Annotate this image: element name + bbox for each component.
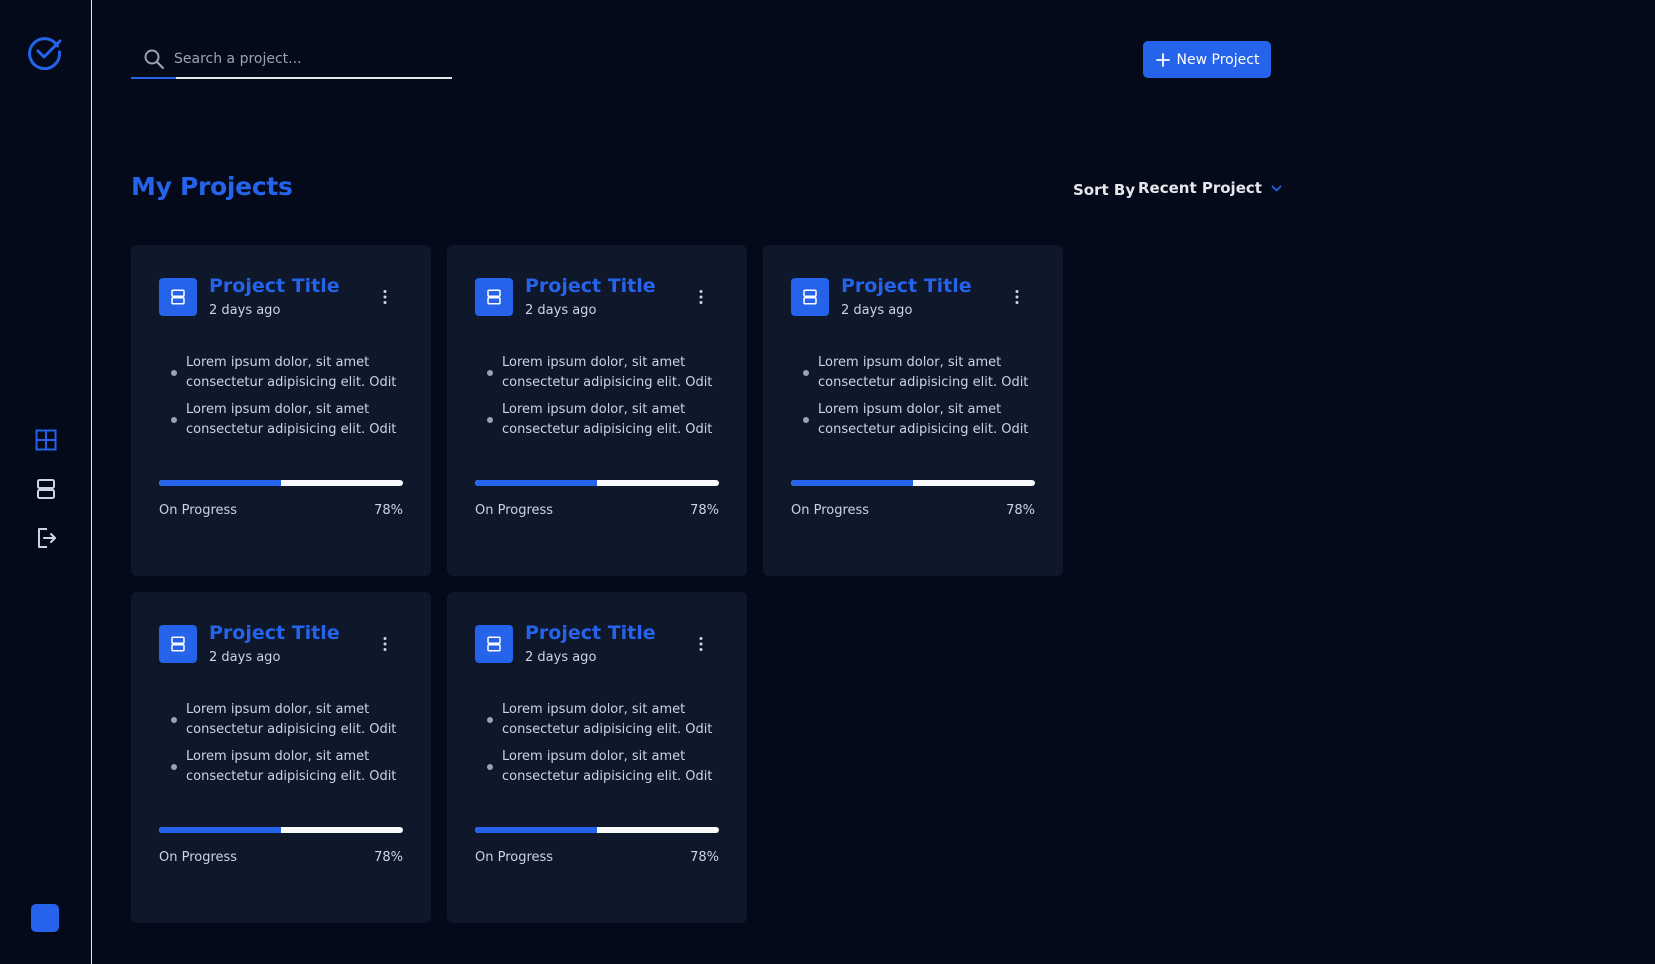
more-options-icon[interactable]	[693, 289, 709, 305]
more-options-icon[interactable]	[693, 636, 709, 652]
grid-icon[interactable]	[34, 428, 58, 452]
server-icon	[171, 289, 185, 305]
progress-status: On Progress	[475, 850, 554, 865]
progress-fill	[159, 480, 281, 486]
progress-bar	[475, 480, 719, 486]
progress-fill	[475, 827, 597, 833]
server-icon	[487, 289, 501, 305]
sort-dropdown[interactable]: Recent Project	[1138, 179, 1283, 197]
progress-status: On Progress	[791, 503, 870, 518]
progress-bar	[475, 827, 719, 833]
list-item: Lorem ipsum dolor, sit amet consectetur …	[803, 400, 1053, 440]
more-options-icon[interactable]	[377, 636, 393, 652]
page-title: My Projects	[131, 172, 293, 201]
progress-percent: 78%	[374, 850, 403, 865]
project-description-list: Lorem ipsum dolor, sit amet consectetur …	[171, 700, 421, 794]
list-item: Lorem ipsum dolor, sit amet consectetur …	[171, 700, 421, 740]
project-title[interactable]: Project Title	[525, 622, 656, 644]
progress-percent: 78%	[690, 503, 719, 518]
list-item: Lorem ipsum dolor, sit amet consectetur …	[171, 747, 421, 787]
progress-bar	[159, 827, 403, 833]
list-item: Lorem ipsum dolor, sit amet consectetur …	[171, 400, 421, 440]
project-card[interactable]: Project Title 2 days ago Lorem ipsum dol…	[131, 245, 431, 576]
progress-bar	[791, 480, 1035, 486]
search-icon	[144, 49, 165, 70]
logout-icon[interactable]	[34, 526, 58, 550]
plus-icon	[1155, 52, 1170, 67]
list-item: Lorem ipsum dolor, sit amet consectetur …	[487, 747, 737, 787]
project-description-list: Lorem ipsum dolor, sit amet consectetur …	[171, 353, 421, 447]
search-underline	[176, 77, 452, 79]
project-icon	[791, 278, 829, 316]
progress-percent: 78%	[374, 503, 403, 518]
server-icon[interactable]	[34, 477, 58, 501]
new-project-button[interactable]: New Project	[1143, 41, 1271, 78]
server-icon	[171, 636, 185, 652]
project-description-list: Lorem ipsum dolor, sit amet consectetur …	[803, 353, 1053, 447]
check-circle-icon[interactable]	[27, 34, 63, 70]
project-icon	[159, 625, 197, 663]
project-description-list: Lorem ipsum dolor, sit amet consectetur …	[487, 353, 737, 447]
project-timestamp: 2 days ago	[525, 650, 597, 665]
project-title[interactable]: Project Title	[209, 622, 340, 644]
avatar[interactable]	[31, 904, 59, 932]
search-input[interactable]	[174, 42, 452, 76]
sidebar	[0, 0, 92, 964]
search-underline-accent	[131, 77, 176, 79]
project-timestamp: 2 days ago	[525, 303, 597, 318]
progress-status: On Progress	[159, 850, 238, 865]
chevron-down-icon	[1271, 185, 1282, 191]
list-item: Lorem ipsum dolor, sit amet consectetur …	[487, 353, 737, 393]
progress-status: On Progress	[159, 503, 238, 518]
server-icon	[487, 636, 501, 652]
sort-label: Sort By	[1073, 181, 1136, 199]
list-item: Lorem ipsum dolor, sit amet consectetur …	[803, 353, 1053, 393]
more-options-icon[interactable]	[1009, 289, 1025, 305]
project-icon	[159, 278, 197, 316]
progress-status: On Progress	[475, 503, 554, 518]
project-card[interactable]: Project Title 2 days ago Lorem ipsum dol…	[131, 592, 431, 923]
server-icon	[803, 289, 817, 305]
progress-percent: 78%	[1006, 503, 1035, 518]
search-bar	[131, 40, 452, 80]
project-title[interactable]: Project Title	[209, 275, 340, 297]
project-card[interactable]: Project Title 2 days ago Lorem ipsum dol…	[763, 245, 1063, 576]
project-timestamp: 2 days ago	[209, 303, 281, 318]
progress-fill	[475, 480, 597, 486]
project-description-list: Lorem ipsum dolor, sit amet consectetur …	[487, 700, 737, 794]
project-title[interactable]: Project Title	[841, 275, 972, 297]
progress-fill	[159, 827, 281, 833]
progress-bar	[159, 480, 403, 486]
project-timestamp: 2 days ago	[841, 303, 913, 318]
list-item: Lorem ipsum dolor, sit amet consectetur …	[487, 400, 737, 440]
list-item: Lorem ipsum dolor, sit amet consectetur …	[487, 700, 737, 740]
new-project-label: New Project	[1176, 51, 1260, 68]
sort-value: Recent Project	[1138, 179, 1262, 197]
project-title[interactable]: Project Title	[525, 275, 656, 297]
progress-percent: 78%	[690, 850, 719, 865]
project-icon	[475, 625, 513, 663]
progress-fill	[791, 480, 913, 486]
project-icon	[475, 278, 513, 316]
project-card[interactable]: Project Title 2 days ago Lorem ipsum dol…	[447, 245, 747, 576]
list-item: Lorem ipsum dolor, sit amet consectetur …	[171, 353, 421, 393]
project-timestamp: 2 days ago	[209, 650, 281, 665]
more-options-icon[interactable]	[377, 289, 393, 305]
project-card[interactable]: Project Title 2 days ago Lorem ipsum dol…	[447, 592, 747, 923]
